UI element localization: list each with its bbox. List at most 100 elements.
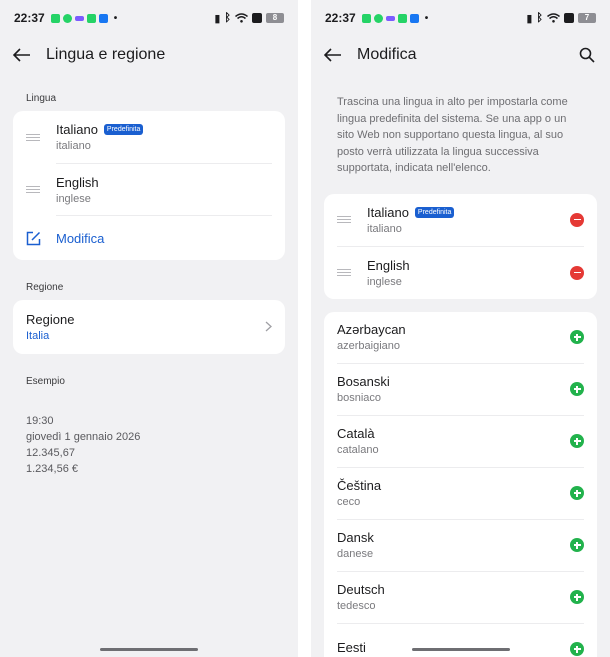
language-name: English bbox=[56, 174, 99, 190]
battery-icon: 8 bbox=[266, 13, 284, 23]
language-native-name: italiano bbox=[56, 140, 91, 152]
language-native-name: bosniaco bbox=[337, 392, 382, 404]
language-native-name: azerbaigiano bbox=[337, 340, 400, 352]
language-item-english[interactable]: English inglese bbox=[13, 164, 285, 215]
add-icon[interactable] bbox=[570, 538, 584, 552]
language-name: Deutsch bbox=[337, 582, 385, 597]
more-notifications-icon: • bbox=[424, 12, 429, 24]
more-notifications-icon: • bbox=[113, 12, 118, 24]
language-native-name: inglese bbox=[367, 275, 402, 288]
home-indicator[interactable] bbox=[100, 648, 198, 651]
whatsapp-icon bbox=[361, 13, 371, 23]
language-section-label: Lingua bbox=[26, 93, 57, 104]
available-languages-card: Azərbaycan azerbaigiano Bosanski bosniac… bbox=[324, 311, 597, 657]
back-arrow-icon[interactable] bbox=[323, 45, 343, 65]
default-badge: Predefinita bbox=[414, 206, 455, 218]
whatsapp-icon bbox=[50, 13, 60, 23]
selected-language-english[interactable]: English inglese bbox=[324, 247, 597, 299]
drag-handle-icon[interactable] bbox=[337, 216, 351, 223]
edit-icon bbox=[26, 231, 56, 246]
example-time: 19:30 bbox=[26, 415, 54, 427]
language-native-name: italiano bbox=[367, 222, 402, 235]
language-card: Italiano Predefinita italiano English in… bbox=[13, 111, 285, 260]
message-icon bbox=[397, 13, 407, 23]
status-time: 22:37 bbox=[14, 11, 45, 25]
drag-handle-icon[interactable] bbox=[26, 186, 40, 193]
drag-handle-icon[interactable] bbox=[26, 133, 40, 141]
region-title: Regione bbox=[26, 312, 75, 327]
edit-languages-button[interactable]: Modifica bbox=[13, 216, 285, 260]
region-value: Italia bbox=[26, 330, 50, 342]
edit-languages-label: Modifica bbox=[56, 230, 105, 246]
whatsapp-business-icon bbox=[62, 13, 72, 23]
available-language-item[interactable]: Eesti bbox=[324, 624, 597, 657]
add-icon[interactable] bbox=[570, 590, 584, 604]
default-badge: Predefinita bbox=[103, 124, 144, 135]
status-time: 22:37 bbox=[325, 11, 356, 25]
remove-icon[interactable] bbox=[570, 265, 584, 280]
vibrate-icon: ▮ bbox=[526, 12, 533, 25]
whatsapp-business-icon bbox=[373, 13, 383, 23]
chevron-right-icon bbox=[265, 319, 272, 335]
app-notification-icon bbox=[74, 15, 84, 21]
status-bar: 22:37 • ▮ ᛒ 8 bbox=[0, 0, 298, 36]
app-header: Lingua e regione bbox=[0, 36, 298, 74]
language-name: Italiano bbox=[367, 204, 409, 220]
example-section-label: Esempio bbox=[26, 376, 65, 387]
language-native-name: danese bbox=[337, 548, 374, 560]
home-indicator[interactable] bbox=[411, 648, 510, 651]
drag-handle-icon[interactable] bbox=[337, 269, 351, 276]
nfc-icon bbox=[564, 13, 574, 23]
region-card: Regione Italia bbox=[13, 300, 285, 354]
available-language-item[interactable]: Dansk danese bbox=[324, 520, 597, 571]
available-language-item[interactable]: Čeština ceco bbox=[324, 468, 597, 519]
intro-text: Trascina una lingua in alto per impostar… bbox=[337, 96, 568, 174]
add-icon[interactable] bbox=[570, 382, 584, 396]
remove-icon[interactable] bbox=[570, 212, 584, 227]
bluetooth-icon: ᛒ bbox=[224, 12, 231, 24]
page-title: Lingua e regione bbox=[46, 46, 166, 63]
app-notification-icon bbox=[385, 15, 395, 21]
language-name: Čeština bbox=[337, 478, 382, 493]
wifi-icon bbox=[547, 13, 560, 23]
language-item-italiano[interactable]: Italiano Predefinita italiano bbox=[13, 111, 285, 163]
back-arrow-icon[interactable] bbox=[12, 45, 32, 65]
language-native-name: catalano bbox=[337, 444, 379, 456]
screen-edit-languages: 22:37 • ▮ ᛒ 7 Modifica Trascina una ling… bbox=[311, 0, 610, 657]
language-name: Bosanski bbox=[337, 374, 390, 389]
example-currency: 1.234,56 € bbox=[26, 463, 78, 475]
vibrate-icon: ▮ bbox=[214, 12, 221, 25]
add-icon[interactable] bbox=[570, 642, 584, 656]
available-language-item[interactable]: Català catalano bbox=[324, 416, 597, 467]
language-name: Dansk bbox=[337, 530, 374, 545]
add-icon[interactable] bbox=[570, 486, 584, 500]
format-example: 19:30 giovedì 1 gennaio 2026 12.345,67 1… bbox=[0, 413, 298, 477]
language-name: Català bbox=[337, 426, 375, 441]
add-icon[interactable] bbox=[570, 330, 584, 344]
language-name: Italiano bbox=[56, 122, 98, 137]
facebook-icon bbox=[409, 13, 419, 23]
wifi-icon bbox=[235, 13, 248, 23]
available-language-item[interactable]: Bosanski bosniaco bbox=[324, 364, 597, 415]
facebook-icon bbox=[98, 13, 108, 23]
add-icon[interactable] bbox=[570, 434, 584, 448]
app-header: Modifica bbox=[311, 36, 610, 74]
screen-language-region: 22:37 • ▮ ᛒ 8 Lingua e regione Lingua It… bbox=[0, 0, 298, 657]
bluetooth-icon: ᛒ bbox=[536, 12, 543, 24]
available-language-item[interactable]: Azərbaycan azerbaigiano bbox=[324, 312, 597, 363]
search-icon[interactable] bbox=[576, 44, 598, 66]
example-date: giovedì 1 gennaio 2026 bbox=[26, 431, 141, 443]
language-native-name: tedesco bbox=[337, 600, 376, 612]
system-icons: ▮ ᛒ 7 bbox=[526, 12, 596, 25]
language-native-name: inglese bbox=[56, 192, 91, 205]
battery-icon: 7 bbox=[578, 13, 596, 23]
notification-icons: • bbox=[50, 12, 118, 24]
region-item[interactable]: Regione Italia bbox=[13, 300, 285, 354]
language-native-name: ceco bbox=[337, 496, 361, 508]
stage: 22:37 • ▮ ᛒ 8 Lingua e regione Lingua It… bbox=[0, 0, 610, 657]
available-language-item[interactable]: Deutsch tedesco bbox=[324, 572, 597, 623]
selected-language-italiano[interactable]: Italiano Predefinita italiano bbox=[324, 194, 597, 246]
language-name: Eesti bbox=[337, 640, 366, 655]
selected-languages-card: Italiano Predefinita italiano English in… bbox=[324, 193, 597, 299]
example-number: 12.345,67 bbox=[26, 447, 75, 459]
